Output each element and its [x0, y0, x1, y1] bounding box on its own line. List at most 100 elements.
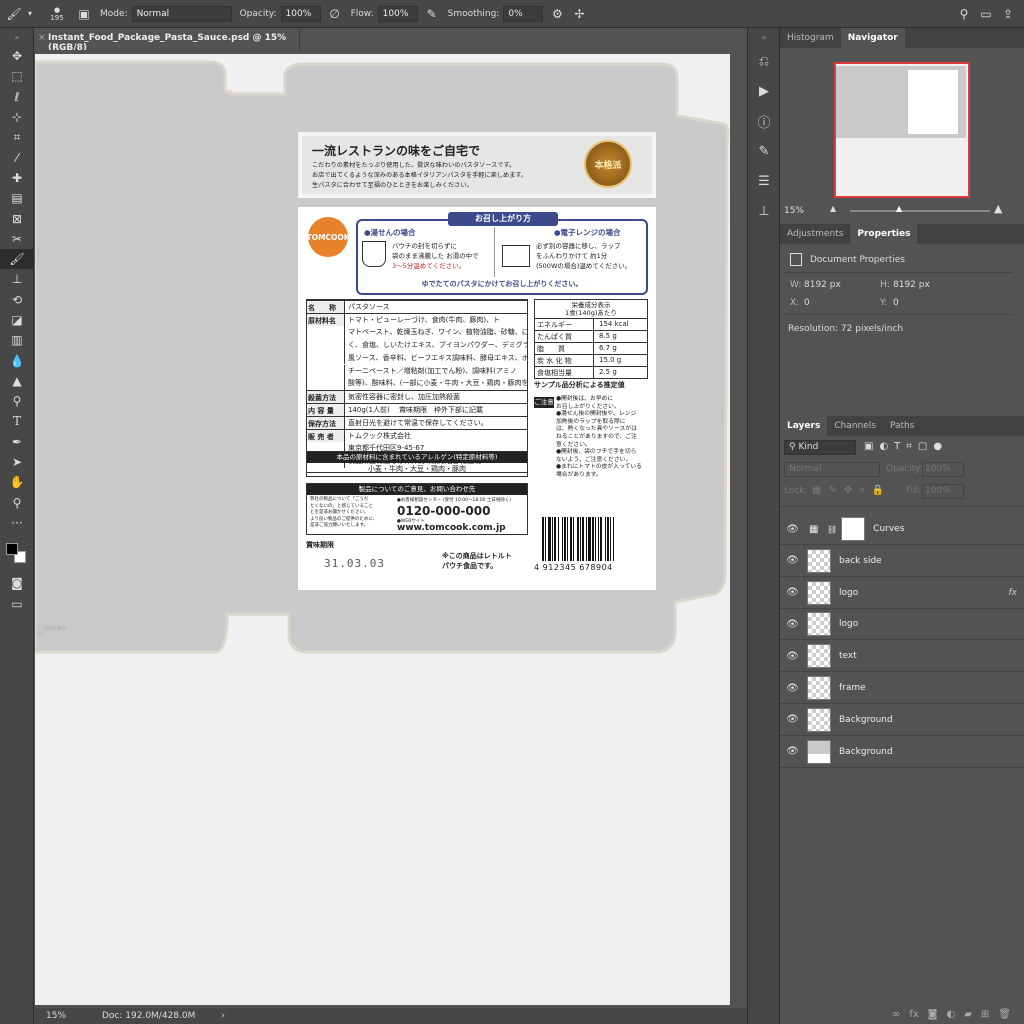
adjustment-layer-icon[interactable]: ◐: [946, 1009, 955, 1020]
stamp-tool-icon[interactable]: ⊥: [0, 269, 34, 289]
navigator-zoom[interactable]: 15%: [784, 206, 804, 216]
path-select-tool-icon[interactable]: ➤: [0, 452, 34, 472]
gradient-tool-icon[interactable]: ▥: [0, 330, 34, 350]
flow-field[interactable]: 100%: [377, 5, 418, 22]
layer-row[interactable]: 👁 back side: [780, 546, 1024, 577]
play-icon[interactable]: ▶: [748, 76, 780, 106]
airbrush-icon[interactable]: ✎: [424, 6, 440, 22]
layer-row[interactable]: 👁 text: [780, 641, 1024, 673]
visibility-eye-icon[interactable]: 👁: [780, 746, 805, 757]
chevron-down-icon[interactable]: ▾: [22, 6, 38, 22]
visibility-eye-icon[interactable]: 👁: [780, 714, 805, 725]
visibility-eye-icon[interactable]: 👁: [780, 683, 805, 694]
link-layers-icon[interactable]: ∞: [892, 1009, 900, 1020]
layer-opacity-field[interactable]: 100%: [922, 462, 964, 477]
screen-mode-icon[interactable]: ▭: [0, 593, 34, 613]
sharpen-tool-icon[interactable]: ▲: [0, 371, 34, 391]
pressure-opacity-icon[interactable]: ∅: [327, 6, 343, 22]
info-icon[interactable]: ⓘ: [748, 106, 780, 136]
layer-row[interactable]: 👁 logo fx: [780, 578, 1024, 609]
zoom-slider-handle[interactable]: ▲: [896, 204, 902, 213]
layer-row[interactable]: 👁 frame: [780, 673, 1024, 704]
zoom-tool-icon[interactable]: ⚲: [0, 493, 34, 513]
visibility-eye-icon[interactable]: 👁: [780, 555, 805, 566]
quick-select-tool-icon[interactable]: ⊹: [0, 107, 34, 127]
hand-tool-icon[interactable]: ✋: [0, 472, 34, 492]
x-value[interactable]: 0: [804, 298, 810, 308]
y-value[interactable]: 0: [893, 298, 899, 308]
share-icon[interactable]: ⇪: [1000, 6, 1016, 22]
canvas-area[interactable]: しの部分後の 5% 一流レストランの味をご自宅で こだわりの素材をたっぷり使用した…: [34, 50, 747, 1008]
healing-tool-icon[interactable]: ✚: [0, 168, 34, 188]
delete-layer-icon[interactable]: 🗑: [998, 1009, 1011, 1020]
tab-layers[interactable]: Layers: [780, 416, 828, 436]
history-brush-icon[interactable]: ⟲: [0, 290, 34, 310]
visibility-eye-icon[interactable]: 👁: [780, 651, 805, 662]
visibility-eye-icon[interactable]: 👁: [780, 587, 805, 598]
document-canvas[interactable]: しの部分後の 5% 一流レストランの味をご自宅で こだわりの素材をたっぷり使用した…: [35, 54, 730, 1005]
navigator-preview[interactable]: [834, 62, 970, 198]
blend-mode-select[interactable]: Normal: [784, 462, 880, 477]
marquee-tool-icon[interactable]: ⬚: [0, 66, 34, 86]
red-eye-tool-icon[interactable]: ✂: [0, 229, 34, 249]
zoom-out-icon[interactable]: ▲: [830, 204, 836, 213]
history-icon[interactable]: ⎌: [748, 46, 780, 76]
layer-row[interactable]: 👁 Background: [780, 737, 1024, 768]
zoom-in-icon[interactable]: ▲: [994, 202, 1002, 215]
mode-select[interactable]: Normal: [131, 5, 232, 22]
gear-icon[interactable]: ⚙: [549, 6, 565, 22]
frame-tool-icon[interactable]: ⊠: [0, 208, 34, 228]
filter-kind-select[interactable]: ⚲ Kind: [784, 440, 856, 455]
new-layer-icon[interactable]: ⊞: [981, 1009, 989, 1020]
expand-icon[interactable]: «: [748, 28, 780, 46]
zoom-level[interactable]: 15%: [46, 1011, 102, 1021]
crop-tool-icon[interactable]: ⌗: [0, 127, 34, 147]
layer-fx-badge[interactable]: fx: [1009, 588, 1018, 598]
brush-tool-icon[interactable]: 🖌: [6, 6, 22, 22]
collapse-icon[interactable]: »: [0, 28, 34, 46]
brush-preset-icon[interactable]: ● 195: [44, 6, 70, 22]
layer-row[interactable]: 👁 ▦ ⛓ Curves: [780, 514, 1024, 545]
workspace-icon[interactable]: ▭: [978, 6, 994, 22]
tab-paths[interactable]: Paths: [883, 416, 921, 436]
patch-tool-icon[interactable]: ▤: [0, 188, 34, 208]
layer-row[interactable]: 👁 Background: [780, 705, 1024, 736]
type-tool-icon[interactable]: T: [0, 411, 34, 431]
visibility-eye-icon[interactable]: 👁: [780, 619, 805, 630]
brush-settings-icon[interactable]: ▣: [76, 6, 92, 22]
tab-properties[interactable]: Properties: [850, 224, 918, 244]
fill-field[interactable]: 100%: [922, 484, 964, 499]
add-mask-icon[interactable]: ◙: [928, 1009, 938, 1020]
tab-adjustments[interactable]: Adjustments: [780, 224, 850, 244]
fx-icon[interactable]: fx: [909, 1009, 918, 1020]
lasso-tool-icon[interactable]: ℓ: [0, 87, 34, 107]
clone-source-icon[interactable]: ⊥: [748, 196, 780, 226]
opacity-field[interactable]: 100%: [280, 5, 321, 22]
layer-row[interactable]: 👁 logo: [780, 609, 1024, 641]
status-menu-arrow[interactable]: ›: [221, 1011, 225, 1021]
tab-histogram[interactable]: Histogram: [780, 28, 841, 48]
eraser-tool-icon[interactable]: ◪: [0, 310, 34, 330]
eyedropper-tool-icon[interactable]: ⁄: [0, 147, 34, 167]
brush-tool-icon[interactable]: 🖌: [0, 248, 34, 270]
close-tab-icon[interactable]: ×: [38, 33, 46, 43]
tab-navigator[interactable]: Navigator: [840, 28, 905, 48]
layer-filter-icons[interactable]: ▣◐T⌗▢●: [864, 441, 948, 452]
tab-channels[interactable]: Channels: [827, 416, 883, 436]
blur-tool-icon[interactable]: 💧: [0, 350, 34, 370]
move-tool-icon[interactable]: ✥: [0, 46, 34, 66]
new-group-icon[interactable]: ▰: [964, 1009, 972, 1020]
width-value[interactable]: 8192 px: [804, 280, 841, 290]
pen-tool-icon[interactable]: ✒: [0, 432, 34, 452]
doc-info[interactable]: Doc: 192.0M/428.0M: [102, 1011, 195, 1021]
brush-settings-icon[interactable]: ✎: [748, 136, 780, 166]
visibility-eye-icon[interactable]: 👁: [780, 524, 805, 535]
foreground-color-swatch[interactable]: [6, 543, 18, 556]
search-icon[interactable]: ⚲: [956, 6, 972, 22]
document-tab[interactable]: × Instant_Food_Package_Pasta_Sauce.psd @…: [34, 28, 300, 53]
symmetry-icon[interactable]: ✢: [571, 6, 587, 22]
adjust-sliders-icon[interactable]: ☰: [748, 166, 780, 196]
more-tools-icon[interactable]: ···: [0, 513, 34, 533]
color-swatches[interactable]: [0, 533, 33, 573]
quick-mask-icon[interactable]: ◙: [0, 573, 34, 593]
